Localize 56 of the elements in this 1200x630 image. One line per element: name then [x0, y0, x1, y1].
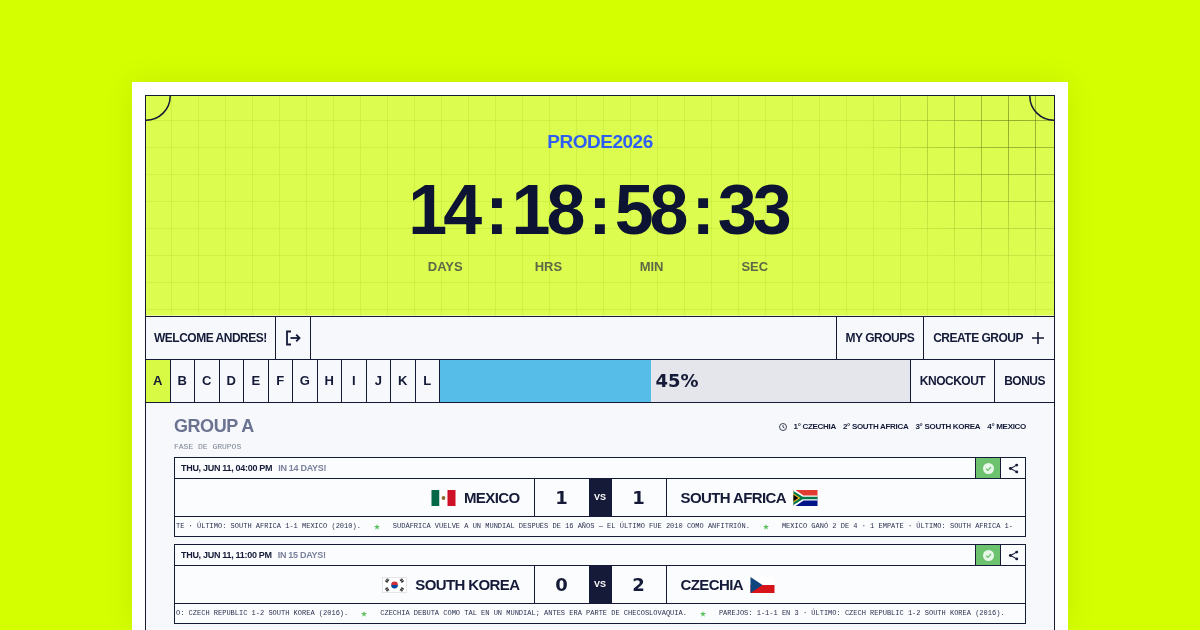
saved-toggle[interactable] — [975, 545, 1000, 565]
countdown-value: 33 — [717, 175, 790, 245]
match-countdown: IN 14 DAYS! — [278, 463, 327, 473]
plus-icon — [1032, 331, 1044, 344]
share-icon — [1007, 549, 1019, 561]
flag-icon — [430, 489, 456, 506]
vs-label: VS — [588, 566, 612, 603]
logout-icon — [284, 329, 301, 346]
team-name: SOUTH KOREA — [415, 577, 520, 592]
score: 1 — [632, 488, 645, 507]
countdown-separator: : — [690, 175, 716, 245]
standing-entry: 4° MEXICO — [987, 423, 1026, 431]
check-circle-icon — [982, 462, 994, 474]
standing-entry: 1° CZECHIA — [793, 423, 836, 431]
welcome-message: WELCOME ANDRES! — [146, 316, 276, 359]
countdown-value: 18 — [511, 175, 583, 245]
match-date: THU, JUN 11, 11:00 PM — [180, 550, 272, 560]
clock-icon — [778, 423, 787, 431]
score: 1 — [555, 488, 568, 507]
standing-entry: 3° SOUTH KOREA — [915, 423, 981, 431]
countdown-separator: : — [587, 175, 613, 245]
countdown-unit: MIN — [639, 260, 664, 273]
countdown-unit: SEC — [741, 260, 769, 273]
flag-icon — [793, 489, 819, 506]
score: 2 — [632, 575, 645, 594]
check-circle-icon — [982, 549, 994, 561]
team-name: CZECHIA — [680, 577, 743, 592]
stage-tab[interactable]: BONUS — [994, 359, 1054, 402]
share-icon — [1007, 462, 1019, 474]
brand-logo: PRODE2026 — [547, 132, 653, 151]
star-icon — [699, 610, 706, 617]
flag-icon — [382, 576, 408, 593]
vs-label: VS — [588, 479, 612, 516]
countdown-separator: : — [484, 175, 510, 245]
countdown-value: 58 — [614, 175, 687, 245]
star-icon — [361, 610, 368, 617]
progress-reading: 45% — [655, 371, 699, 390]
my-groups-button[interactable]: MY GROUPS — [835, 316, 924, 359]
create-group-button[interactable]: CREATE GROUP — [923, 316, 1054, 359]
match-date: THU, JUN 11, 04:00 PM — [180, 463, 273, 473]
team-name: MEXICO — [463, 490, 520, 505]
stage-tab[interactable]: KNOCKOUT — [909, 359, 995, 402]
flag-icon — [749, 576, 775, 593]
team-name: SOUTH AFRICA — [680, 490, 787, 505]
group-tab[interactable]: A — [146, 359, 171, 402]
countdown-unit: HRS — [534, 260, 563, 273]
group-title: GROUP A — [174, 417, 254, 435]
star-icon — [373, 523, 380, 530]
countdown-unit: DAYS — [427, 260, 463, 273]
saved-toggle[interactable] — [975, 458, 1000, 478]
standing-entry: 2° SOUTH AFRICA — [842, 423, 909, 431]
star-icon — [762, 523, 769, 530]
countdown-value: 14 — [408, 175, 481, 245]
score: 0 — [555, 575, 568, 594]
group-subtitle: FASE DE GRUPOS — [174, 443, 242, 451]
match-countdown: IN 15 DAYS! — [277, 550, 326, 560]
